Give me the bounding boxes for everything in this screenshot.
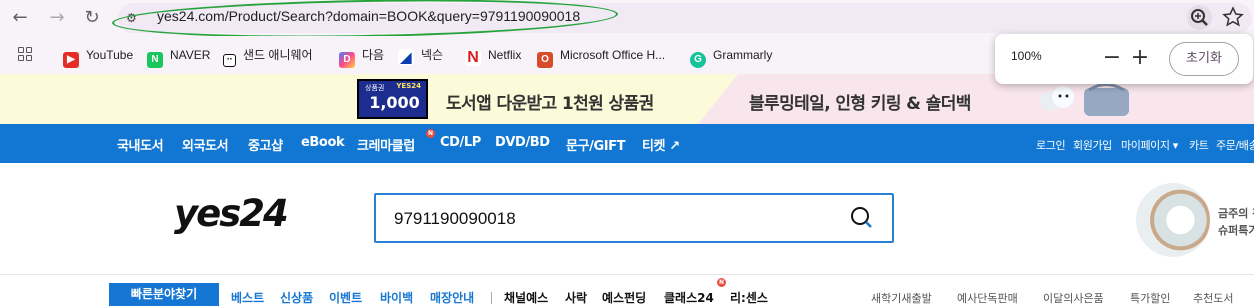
signup-link[interactable]: 회원가입 [1073,137,1112,153]
special-discount-link[interactable]: 특가할인 [1130,290,1170,306]
bookmark-grammarly[interactable]: G Grammarly [690,43,773,68]
bookmark-label: YouTube [86,48,134,62]
forward-button[interactable]: → [45,6,69,30]
search-input[interactable] [394,207,824,231]
back-arrow-icon: ← [12,7,28,28]
nav-used-shop[interactable]: 중고샵 [248,135,283,154]
coupon-image: 상품권 YES24 1,000 [357,79,428,119]
yes24-logo[interactable]: yes24 [174,193,289,235]
bookmark-youtube[interactable]: ▶ YouTube [63,43,134,68]
bookmark-nexon[interactable]: ◢ 넥슨 [398,43,443,67]
bookmark-daum[interactable]: D 다음 [339,43,385,68]
login-link[interactable]: 로그인 [1036,137,1066,153]
naver-icon: N [147,52,163,68]
nav-dvd-bd[interactable]: DVD/BD [495,135,550,150]
nav-stationery-gift[interactable]: 문구/GIFT [566,135,626,154]
bookmark-label: Grammarly [713,48,773,62]
best-link[interactable]: 베스트 [231,289,264,306]
bookmark-label: 샌드 애니웨어 [243,48,313,62]
star-icon[interactable] [1222,6,1244,28]
apps-grid-icon[interactable] [18,47,32,61]
ad-text-line-2[interactable]: 슈퍼특가 [1218,222,1254,238]
back-button[interactable]: ← [8,6,32,30]
order-delivery-link[interactable]: 주문/배송 [1216,137,1254,153]
mypage-link[interactable]: 마이페이지 ▾ [1121,137,1178,153]
coupon-label: 상품권 [365,84,385,92]
nav-foreign-books[interactable]: 외국도서 [182,135,229,154]
events-link[interactable]: 이벤트 [329,289,362,306]
bookmark-label: NAVER [170,48,211,62]
sand-anywhere-icon: ∙∙ [223,54,236,67]
bookmark-label: Microsoft Office H... [560,48,666,62]
search-icon[interactable] [849,205,875,231]
nav-crema-club[interactable]: 크레마클럽 [357,135,415,154]
zoom-in-button[interactable]: + [1128,44,1152,72]
nexon-icon: ◢ [398,49,414,65]
search-box [374,193,894,243]
class24-link[interactable]: 클래스24 [664,289,714,306]
license-link[interactable]: 리:센스 [730,289,768,306]
new-products-link[interactable]: 신상품 [280,289,313,306]
reload-button[interactable]: ↻ [80,6,104,30]
zoom-popup: 100% − + 초기화 [995,34,1253,84]
featured-book-ad-image[interactable] [1136,183,1210,257]
bookmark-sand-anywhere[interactable]: ∙∙ 샌드 애니웨어 [223,43,313,67]
zoom-reset-button[interactable]: 초기화 [1169,42,1239,76]
nav-ticket[interactable]: 티켓 ↗ [642,135,680,154]
zoom-icon[interactable] [1187,5,1212,30]
bookmark-naver[interactable]: N NAVER [147,43,211,68]
channel-yes-link[interactable]: 채널예스 [504,289,548,306]
recommended-books-link[interactable]: 추천도서 [1193,290,1233,306]
class24-new-badge: N [717,278,726,287]
subnav-divider [491,292,492,304]
keyring-product-image [1040,83,1129,116]
promo-right-text[interactable]: 블루밍테일, 인형 키링 & 숄더백 [749,89,971,114]
netflix-icon: N [465,50,481,66]
bookmark-microsoft-office[interactable]: O Microsoft Office H... [537,43,666,68]
coupon-logo: YES24 [396,82,421,90]
browser-toolbar: ← → ↻ ⚙ yes24.com/Product/Search?domain=… [0,0,1254,42]
daum-icon: D [339,52,355,68]
cart-link[interactable]: 카트 [1189,137,1209,153]
coupon-value: 1,000 [369,93,420,112]
nav-cd-lp[interactable]: CD/LP [440,135,481,150]
store-info-link[interactable]: 매장안내 [430,289,474,306]
ad-text-line-1[interactable]: 금주의 편 [1218,205,1254,221]
exclusive-sale-link[interactable]: 예사단독판매 [957,290,1018,306]
nav-ebook[interactable]: eBook [301,135,345,150]
zoom-out-button[interactable]: − [1100,44,1124,72]
main-navigation: 국내도서 외국도서 중고샵 eBook 크레마클럽 N CD/LP DVD/BD… [0,124,1254,163]
bookmark-netflix[interactable]: N Netflix [465,43,521,67]
reload-icon: ↻ [84,7,100,28]
grammarly-icon: G [690,52,706,68]
microsoft-office-icon: O [537,52,553,68]
sarak-link[interactable]: 사락 [565,289,587,306]
bookmark-label: 넥슨 [421,48,444,62]
zoom-level: 100% [1011,49,1042,63]
youtube-icon: ▶ [63,52,79,68]
sub-navigation: 빠른분야찾기 베스트 신상품 이벤트 바이백 매장안내 채널예스 사락 예스펀딩… [0,274,1254,306]
nav-domestic-books[interactable]: 국내도서 [117,135,164,154]
yes-funding-link[interactable]: 예스펀딩 [602,289,646,306]
new-badge: N [426,129,435,138]
buyback-link[interactable]: 바이백 [380,289,413,306]
monthly-gift-link[interactable]: 이달의사은품 [1043,290,1104,306]
bookmark-label: Netflix [488,48,522,62]
new-semester-link[interactable]: 새학기새출발 [871,290,932,306]
promo-left-text[interactable]: 도서앱 다운받고 1천원 상품권 [446,89,654,114]
bookmark-label: 다음 [362,48,385,62]
forward-arrow-icon: → [49,7,65,28]
quick-category-button[interactable]: 빠른분야찾기 [109,283,219,306]
